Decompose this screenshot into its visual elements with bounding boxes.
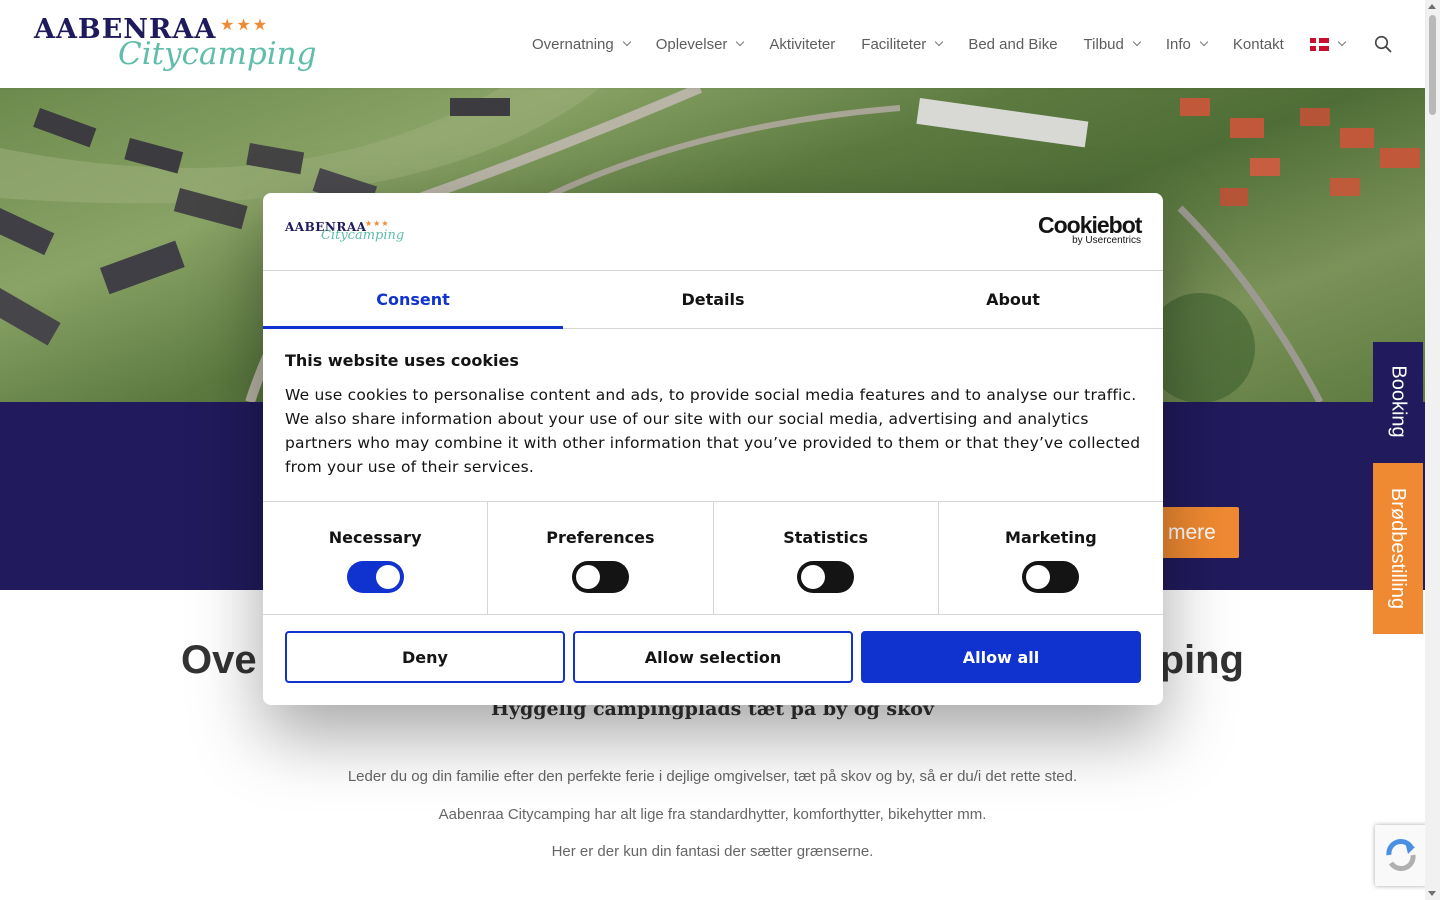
pref-label: Preferences (546, 528, 655, 547)
recaptcha-badge[interactable] (1375, 825, 1427, 886)
allow-all-button[interactable]: Allow all (861, 631, 1141, 683)
dialog-heading: This website uses cookies (285, 351, 519, 370)
cookiebot-logo[interactable]: Cookiebot by Usercentrics (1038, 212, 1142, 246)
preferences-toggle[interactable] (571, 561, 629, 593)
search-icon[interactable] (1374, 35, 1392, 53)
dialog-body: This website uses cookies We use cookies… (285, 351, 1141, 479)
scroll-up-arrow-icon[interactable] (1428, 4, 1436, 9)
nav-item-kontakt[interactable]: Kontakt (1233, 36, 1284, 53)
tab-details[interactable]: Details (563, 271, 863, 328)
toggle-knob (375, 565, 400, 589)
cookie-preferences: Necessary Preferences Statistics Marketi… (263, 501, 1163, 615)
pref-label: Necessary (328, 528, 422, 547)
toggle-knob (1026, 565, 1051, 589)
toggle-knob (575, 565, 600, 589)
logo-script: Citycamping (118, 36, 317, 72)
pref-label: Statistics (783, 528, 868, 547)
pref-necessary: Necessary (263, 502, 489, 614)
chevron-down-icon (1337, 37, 1347, 47)
chevron-down-icon (736, 37, 745, 47)
pref-preferences: Preferences (488, 502, 714, 614)
cookiebot-wordmark: Cookiebot (1038, 212, 1142, 238)
chevron-down-icon (622, 37, 631, 47)
dialog-tabs: Consent Details About (263, 271, 1163, 329)
recaptcha-icon (1386, 839, 1416, 871)
dialog-logo-script: Citycamping (321, 228, 405, 243)
dialog-site-logo: AABENRAA ★★★ Citycamping (285, 217, 404, 247)
site-header: AABENRAA ★★★ Citycamping Overnatning Opl… (0, 0, 1425, 88)
chevron-down-icon (1132, 37, 1142, 47)
necessary-toggle[interactable] (346, 561, 404, 593)
nav-label: Faciliteter (861, 35, 927, 53)
nav-label: Bed and Bike (968, 35, 1058, 53)
booking-side-tab[interactable]: Booking (1373, 342, 1423, 460)
nav-item-overnatning[interactable]: Overnatning (532, 35, 631, 53)
logo-stars: ★★★ (220, 17, 270, 34)
nav-label: Oplevelser (655, 35, 728, 53)
pref-label: Marketing (1005, 528, 1097, 547)
page-scrollbar[interactable] (1425, 0, 1440, 900)
dialog-actions: Deny Allow selection Allow all (285, 631, 1141, 683)
nav-item-aktiviteter[interactable]: Aktiviteter (769, 36, 835, 53)
nav-item-tilbud[interactable]: Tilbud (1083, 35, 1142, 53)
nav-label: Info (1165, 35, 1191, 53)
nav-item-faciliteter[interactable]: Faciliteter (861, 35, 944, 53)
site-logo[interactable]: AABENRAA ★★★ Citycamping (34, 14, 316, 74)
danish-flag-icon (1309, 37, 1329, 51)
marketing-toggle[interactable] (1022, 561, 1080, 593)
booking-tab-label: Booking (1387, 364, 1410, 438)
scroll-down-arrow-icon[interactable] (1428, 891, 1436, 896)
toggle-knob (801, 565, 826, 589)
dialog-logo-stars: ★★★ (365, 219, 390, 228)
nav-item-oplevelser[interactable]: Oplevelser (655, 35, 745, 53)
nav-item-info[interactable]: Info (1165, 35, 1209, 53)
pref-marketing: Marketing (939, 502, 1163, 614)
intro-paragraph: Her er der kun din fantasi der sætter gr… (551, 843, 874, 860)
nav-label: Tilbud (1083, 35, 1124, 53)
pref-statistics: Statistics (714, 502, 939, 614)
statistics-toggle[interactable] (797, 561, 855, 593)
nav-label: Aktiviteter (769, 35, 836, 53)
dialog-description: We use cookies to personalise content an… (285, 386, 1141, 476)
intro-paragraph: Aabenraa Citycamping har alt lige fra st… (438, 806, 987, 823)
nav-item-bed-and-bike[interactable]: Bed and Bike (968, 36, 1057, 53)
bread-order-side-tab[interactable]: Brødbestilling (1373, 463, 1423, 634)
cookiebot-byline: by Usercentrics (1072, 235, 1141, 246)
nav-label: Overnatning (532, 35, 614, 53)
allow-selection-button[interactable]: Allow selection (573, 631, 853, 683)
intro-paragraph: Leder du og din familie efter den perfek… (347, 768, 1078, 785)
page-title-end: ping (1159, 638, 1244, 682)
scrollbar-thumb[interactable] (1429, 15, 1436, 115)
tab-consent[interactable]: Consent (263, 271, 563, 329)
page-title-start: Ove (181, 638, 257, 682)
dialog-header: AABENRAA ★★★ Citycamping Cookiebot by Us… (263, 193, 1163, 271)
nav-label: Kontakt (1232, 35, 1284, 53)
main-nav: Overnatning Oplevelser Aktiviteter Facil… (532, 33, 1371, 55)
tab-about[interactable]: About (863, 271, 1163, 328)
chevron-down-icon (1199, 37, 1209, 47)
language-switcher[interactable] (1309, 37, 1347, 51)
cookie-consent-dialog: AABENRAA ★★★ Citycamping Cookiebot by Us… (263, 193, 1163, 705)
chevron-down-icon (935, 37, 944, 47)
bread-tab-label: Brødbestilling (1387, 487, 1410, 610)
deny-button[interactable]: Deny (285, 631, 565, 683)
